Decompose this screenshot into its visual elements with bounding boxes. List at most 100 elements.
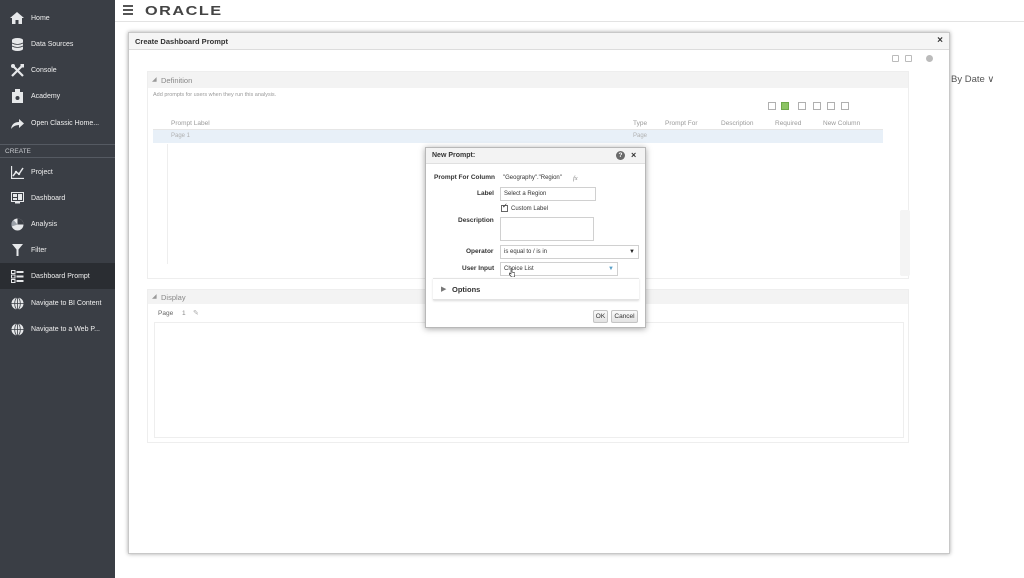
sidebar-item-label: Project bbox=[31, 168, 53, 176]
display-canvas bbox=[154, 322, 904, 438]
top-bar: ORACLE bbox=[115, 0, 1024, 22]
sidebar-item-label: Navigate to a Web P... bbox=[31, 325, 101, 333]
save-icon[interactable] bbox=[892, 55, 899, 62]
table-header: Prompt Label Type Prompt For Description… bbox=[153, 116, 883, 130]
prompt-for-column-label: Prompt For Column bbox=[434, 174, 496, 181]
sidebar-item-project[interactable]: Project bbox=[0, 159, 115, 185]
dropdown-arrow-icon: ▼ bbox=[608, 266, 614, 272]
filter-icon bbox=[10, 243, 24, 257]
close-icon[interactable]: × bbox=[631, 150, 636, 160]
hamburger-menu-icon[interactable] bbox=[123, 5, 133, 15]
display-title: Display bbox=[161, 293, 186, 302]
operator-value: is equal to / is in bbox=[504, 249, 548, 255]
prompt-for-column-value: "Geography"."Region" bbox=[503, 175, 562, 181]
sidebar-item-open-classic-home[interactable]: Open Classic Home... bbox=[0, 110, 115, 136]
custom-label-text: Custom Label bbox=[511, 206, 549, 212]
sidebar-item-academy[interactable]: Academy bbox=[0, 83, 115, 109]
sidebar-item-dashboard[interactable]: Dashboard bbox=[0, 185, 115, 211]
arrow-icon bbox=[10, 116, 24, 130]
tools-icon bbox=[10, 63, 24, 77]
column-header: Prompt Label bbox=[171, 120, 210, 127]
description-input[interactable] bbox=[500, 217, 594, 241]
label-input[interactable]: Select a Region bbox=[500, 187, 596, 201]
column-header: Type bbox=[633, 120, 648, 127]
copy-icon[interactable] bbox=[798, 102, 806, 110]
options-section[interactable]: ▶ Options bbox=[433, 278, 639, 300]
sidebar-item-label: Dashboard bbox=[31, 194, 66, 202]
close-icon[interactable]: × bbox=[937, 35, 943, 46]
database-icon bbox=[10, 37, 24, 51]
operator-select[interactable]: is equal to / is in ▼ bbox=[500, 245, 639, 259]
home-icon bbox=[10, 11, 24, 25]
column-header: Required bbox=[775, 120, 802, 127]
ok-button[interactable]: OK bbox=[593, 310, 608, 323]
edit-icon[interactable] bbox=[855, 102, 863, 110]
sidebar-item-console[interactable]: Console bbox=[0, 57, 115, 83]
dropdown-arrow-icon: ▼ bbox=[629, 249, 635, 255]
fx-icon[interactable]: fx bbox=[573, 175, 578, 182]
collapse-arrow-icon[interactable]: ◢ bbox=[152, 293, 157, 300]
expand-arrow-icon[interactable]: ▶ bbox=[441, 285, 446, 293]
sidebar-divider bbox=[0, 157, 115, 158]
user-input-label: User Input bbox=[462, 265, 495, 272]
sidebar-item-label: Academy bbox=[31, 92, 61, 100]
dialog-title-bar: Create Dashboard Prompt × bbox=[129, 33, 949, 50]
dashboard-icon bbox=[10, 191, 24, 205]
table-icon[interactable] bbox=[841, 102, 849, 110]
help-icon[interactable] bbox=[926, 55, 933, 62]
checkmark-icon: ✓ bbox=[502, 203, 508, 210]
mouse-cursor-icon bbox=[509, 268, 515, 277]
options-label: Options bbox=[452, 285, 481, 294]
dialog-title-bar: New Prompt: ? × bbox=[426, 148, 645, 164]
sidebar-item-label: Console bbox=[31, 66, 57, 74]
definition-header[interactable]: ◢ Definition bbox=[148, 72, 908, 88]
sidebar-item-label: Navigate to BI Content bbox=[31, 299, 102, 307]
save-as-icon[interactable] bbox=[905, 55, 912, 62]
column-header: Description bbox=[721, 120, 754, 127]
sidebar-item-label: Dashboard Prompt bbox=[31, 272, 90, 280]
sidebar-item-analysis[interactable]: Analysis bbox=[0, 211, 115, 237]
dialog-title: New Prompt: bbox=[432, 152, 476, 159]
sidebar-item-label: Filter bbox=[31, 246, 47, 254]
table-divider bbox=[167, 144, 168, 264]
definition-title: Definition bbox=[161, 76, 193, 85]
collapse-arrow-icon[interactable]: ◢ bbox=[152, 76, 157, 83]
academy-icon bbox=[10, 89, 24, 103]
column-header: New Column bbox=[823, 120, 861, 127]
sidebar-item-label: Data Sources bbox=[31, 40, 74, 48]
sidebar-section-create: CREATE bbox=[5, 148, 31, 155]
sidebar-item-home[interactable]: Home bbox=[0, 5, 115, 31]
new-prompt-dialog: New Prompt: ? × Prompt For Column "Geogr… bbox=[425, 147, 646, 328]
sidebar-item-label: Home bbox=[31, 14, 50, 22]
sidebar-item-filter[interactable]: Filter bbox=[0, 237, 115, 263]
analysis-icon bbox=[10, 217, 24, 231]
help-icon[interactable]: ? bbox=[616, 151, 625, 160]
project-icon bbox=[10, 165, 24, 179]
cancel-button[interactable]: Cancel bbox=[611, 310, 638, 323]
scrollbar[interactable] bbox=[900, 210, 910, 276]
dialog-title: Create Dashboard Prompt bbox=[135, 37, 228, 46]
grid-icon[interactable] bbox=[827, 102, 835, 110]
pencil-icon[interactable]: ✎ bbox=[193, 309, 199, 317]
label-field-label: Label bbox=[477, 190, 494, 197]
definition-toolbar bbox=[768, 102, 888, 112]
sort-by-date-dropdown[interactable]: By Date ∨ bbox=[951, 74, 994, 85]
sidebar-item-label: Analysis bbox=[31, 220, 58, 228]
sidebar-item-dashboard-prompt[interactable]: Dashboard Prompt bbox=[0, 263, 115, 289]
column-header: Prompt For bbox=[665, 120, 698, 127]
sidebar-item-label: Open Classic Home... bbox=[31, 119, 100, 127]
sidebar: Home Data Sources Console Academy Open C… bbox=[0, 0, 115, 578]
columns-icon[interactable] bbox=[813, 102, 821, 110]
sidebar-item-navigate-bi-content[interactable]: Navigate to BI Content bbox=[0, 290, 115, 316]
page-number[interactable]: 1 bbox=[182, 310, 186, 317]
oracle-logo: ORACLE bbox=[145, 3, 223, 18]
add-icon[interactable] bbox=[781, 102, 789, 110]
user-input-select[interactable]: Choice List ▼ bbox=[500, 262, 618, 276]
globe-icon bbox=[10, 322, 24, 336]
sidebar-item-navigate-web-page[interactable]: Navigate to a Web P... bbox=[0, 316, 115, 342]
row-type: Page bbox=[633, 133, 648, 139]
new-prompt-icon[interactable] bbox=[768, 102, 776, 110]
delete-icon[interactable] bbox=[868, 102, 876, 110]
sidebar-item-data-sources[interactable]: Data Sources bbox=[0, 31, 115, 57]
table-row[interactable]: Page 1 Page bbox=[153, 130, 883, 143]
